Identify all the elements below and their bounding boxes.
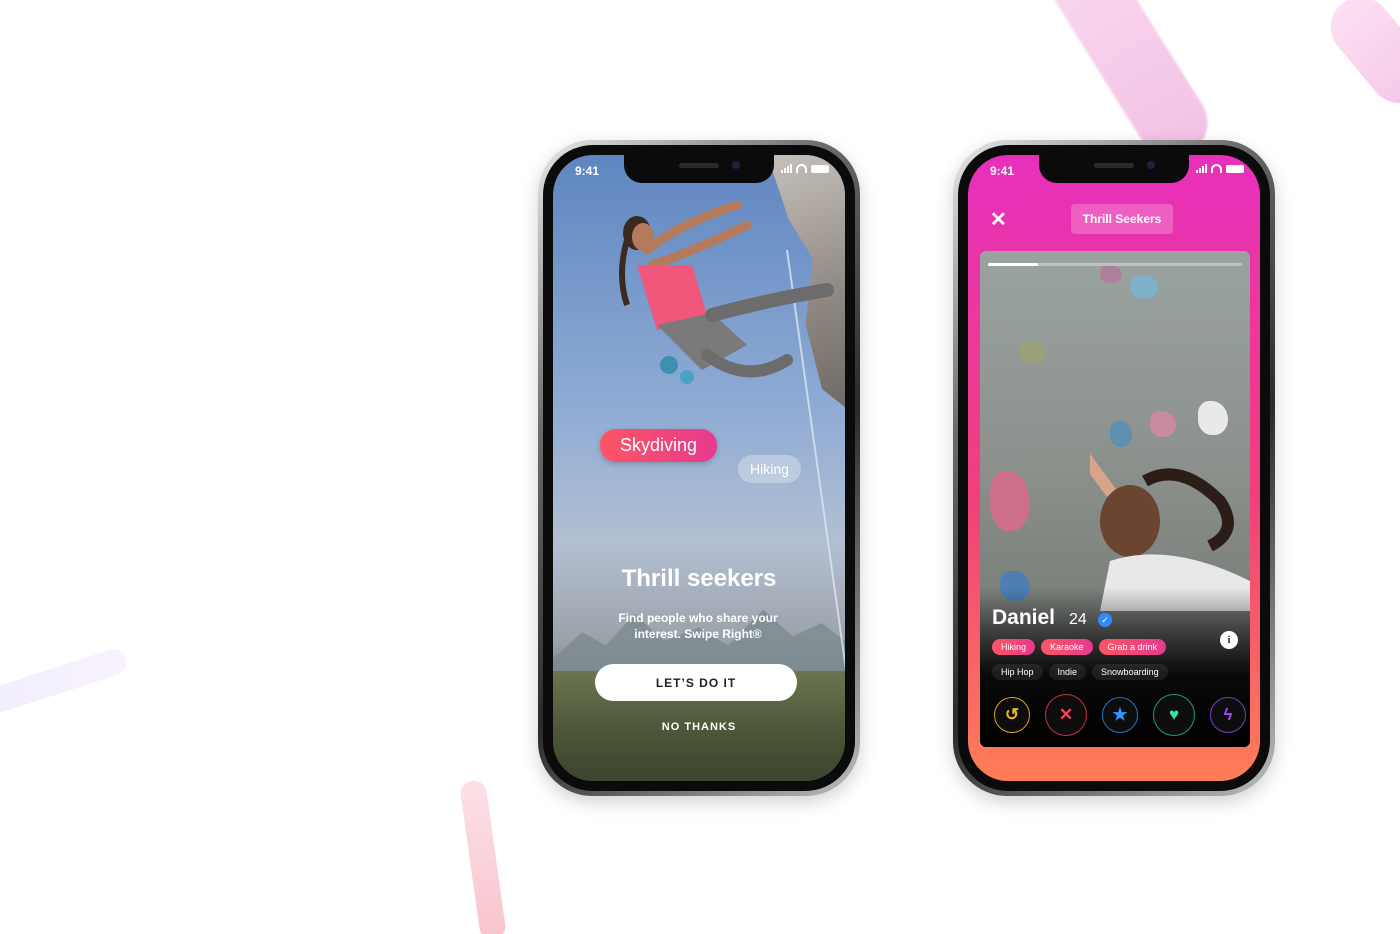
- boost-icon[interactable]: ϟ: [1210, 697, 1246, 733]
- climbing-hold: [1020, 341, 1046, 363]
- profile-card[interactable]: Daniel 24 ✓ i Hiking Karaoke Grab a drin…: [980, 251, 1250, 747]
- tag-snowboarding: Snowboarding: [1092, 664, 1168, 680]
- wifi-icon: [796, 164, 807, 173]
- climber-figure: [619, 200, 834, 384]
- close-icon[interactable]: ✕: [990, 207, 1007, 232]
- climbing-hold: [1100, 265, 1122, 283]
- profile-card-screen: 9:41 ✕ Thrill Seekers Daniel 24 ✓ i Hiki…: [968, 155, 1260, 781]
- like-icon[interactable]: ♥: [1153, 694, 1195, 736]
- brush-stroke-decoration: [458, 778, 508, 934]
- no-thanks-button[interactable]: NO THANKS: [553, 721, 845, 733]
- verified-badge-icon: ✓: [1098, 613, 1112, 627]
- tag-hip-hop: Hip Hop: [992, 664, 1043, 680]
- battery-icon: [811, 164, 829, 173]
- interest-chip-hiking[interactable]: Hiking: [738, 455, 801, 483]
- tag-karaoke: Karaoke: [1041, 639, 1093, 655]
- battery-icon: [1226, 164, 1244, 173]
- phone-bezel: 9:41 Skydiving Hiking Thrill seekers Fin…: [543, 145, 855, 791]
- page-title: Thrill seekers: [621, 565, 777, 592]
- lets-do-it-button[interactable]: LET’S DO IT: [595, 664, 797, 701]
- super-like-icon[interactable]: ★: [1102, 697, 1138, 733]
- interest-tags: Hip Hop Indie Snowboarding: [992, 664, 1168, 680]
- signal-icon: [1196, 164, 1207, 173]
- status-time: 9:41: [575, 164, 600, 178]
- status-icons: [781, 164, 829, 173]
- climbing-hold: [990, 471, 1030, 531]
- tag-hiking: Hiking: [992, 639, 1036, 655]
- climbing-hold: [1110, 421, 1132, 447]
- wifi-icon: [1211, 164, 1222, 173]
- status-time: 9:41: [990, 164, 1015, 178]
- brush-stroke-decoration: [0, 645, 131, 721]
- interest-chip-skydiving[interactable]: Skydiving: [600, 429, 718, 462]
- highlight-tags: Hiking Karaoke Grab a drink: [992, 639, 1167, 655]
- profile-name: Daniel: [992, 606, 1056, 629]
- status-bar: 9:41: [968, 155, 1260, 185]
- page-subtitle: Find people who share your interest. Swi…: [618, 611, 778, 641]
- nope-icon[interactable]: ✕: [1045, 694, 1087, 736]
- photo-progress-active-segment: [988, 263, 1038, 266]
- promo-canvas: 9:41 Skydiving Hiking Thrill seekers Fin…: [0, 0, 1400, 934]
- profile-age: 24: [1069, 611, 1087, 628]
- signal-icon: [781, 164, 792, 173]
- interest-intro-screen: 9:41 Skydiving Hiking Thrill seekers Fin…: [553, 155, 845, 781]
- action-bar: ↺ ✕ ★ ♥ ϟ: [994, 694, 1246, 736]
- brush-stroke-decoration: [1318, 0, 1400, 116]
- climbing-hold: [1198, 401, 1228, 435]
- phone-mockup-interest-intro: 9:41 Skydiving Hiking Thrill seekers Fin…: [538, 140, 860, 796]
- climbing-hold: [1130, 275, 1158, 299]
- status-bar: 9:41: [553, 155, 845, 185]
- tag-grab-a-drink: Grab a drink: [1098, 639, 1167, 655]
- status-icons: [1196, 164, 1244, 173]
- info-icon[interactable]: i: [1220, 631, 1238, 649]
- climbing-hold: [1150, 411, 1176, 437]
- header-interest-tag[interactable]: Thrill Seekers: [1071, 204, 1173, 234]
- tag-indie: Indie: [1048, 664, 1087, 680]
- rewind-icon[interactable]: ↺: [994, 697, 1030, 733]
- photo-progress-indicator: [988, 263, 1242, 266]
- phone-bezel: 9:41 ✕ Thrill Seekers Daniel 24 ✓ i Hiki…: [958, 145, 1270, 791]
- phone-mockup-profile-card: 9:41 ✕ Thrill Seekers Daniel 24 ✓ i Hiki…: [953, 140, 1275, 796]
